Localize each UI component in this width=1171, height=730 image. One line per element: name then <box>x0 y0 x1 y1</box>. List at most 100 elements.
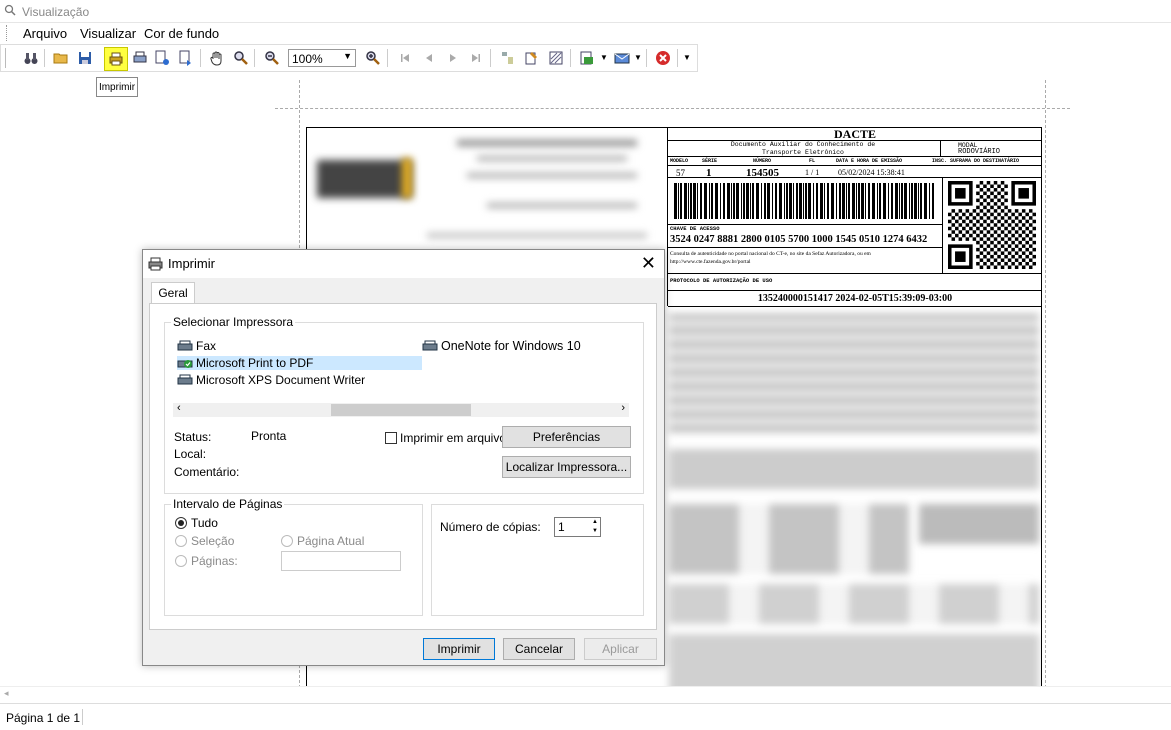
copies-stepper[interactable]: 1 ▲ ▼ <box>554 517 601 537</box>
page-range-label: Intervalo de Páginas <box>171 497 285 511</box>
horizontal-scrollbar[interactable]: ◂ <box>0 686 1171 703</box>
zoom-in-button[interactable] <box>363 48 383 68</box>
find-printer-button[interactable]: Localizar Impressora... <box>502 456 631 478</box>
value-data-emissao: 05/02/2024 15:38:41 <box>838 168 905 177</box>
print-to-file-checkbox[interactable] <box>385 432 397 444</box>
toolbar-separator <box>677 49 678 67</box>
toolbar: 100% ▼ ▼ ▼ ▼ <box>0 44 698 72</box>
header-suframa: INSC. SUFRAMA DO DESTINATÁRIO <box>932 158 1020 164</box>
zoom-tool-button[interactable] <box>231 48 251 68</box>
scroll-left-icon[interactable]: ‹ <box>177 402 181 414</box>
cancel-button[interactable]: Cancelar <box>503 638 575 660</box>
page-range-group: Intervalo de Páginas Tudo Seleção Página… <box>164 497 423 616</box>
protocolo-value: 135240000151417 2024-02-05T15:39:09-03:0… <box>757 293 953 304</box>
zoom-out-icon <box>265 51 279 65</box>
window-title-bar: Visualização <box>0 0 1171 23</box>
printer-list-scrollbar[interactable]: ‹ › <box>173 402 629 417</box>
header-serie: SÉRIE <box>702 158 718 164</box>
watermark-button[interactable] <box>546 48 566 68</box>
next-page-button[interactable] <box>443 48 463 68</box>
status-value: Pronta <box>251 429 287 443</box>
zoom-in-icon <box>366 51 380 65</box>
toolbar-separator <box>254 49 255 67</box>
chevron-down-icon: ▼ <box>343 51 352 61</box>
printer-group: Selecionar Impressora Fax Microsoft Prin… <box>164 315 644 494</box>
document-body-blurred <box>669 314 1039 691</box>
printer-item-onenote[interactable]: OneNote for Windows 10 <box>422 339 581 353</box>
issuer-address-blurred <box>477 156 627 161</box>
toolbar-overflow-chevron-icon[interactable]: ▼ <box>683 53 691 62</box>
print-setup-button[interactable] <box>130 48 150 68</box>
previous-page-button[interactable] <box>419 48 439 68</box>
export-button[interactable] <box>176 48 196 68</box>
outline-button[interactable] <box>498 48 518 68</box>
export-dropdown-button[interactable] <box>577 48 597 68</box>
print-dialog: Imprimir ✕ Geral Selecionar Impressora F… <box>142 249 665 666</box>
magnifier-icon <box>234 51 248 65</box>
find-button[interactable] <box>21 48 41 68</box>
divider <box>668 290 1041 291</box>
email-button[interactable] <box>612 48 632 68</box>
modal-value: RODOVIÁRIO <box>958 148 1001 156</box>
dialog-close-button[interactable]: ✕ <box>641 253 656 274</box>
first-page-button[interactable] <box>395 48 415 68</box>
range-current-radio[interactable] <box>281 535 293 547</box>
stepper-down-icon[interactable]: ▼ <box>592 527 598 535</box>
last-page-button[interactable] <box>466 48 486 68</box>
pan-button[interactable] <box>207 48 227 68</box>
range-pages-radio[interactable] <box>175 555 187 567</box>
chevron-down-icon[interactable]: ▼ <box>600 53 608 62</box>
chevron-down-icon[interactable]: ▼ <box>634 53 642 62</box>
printer-icon <box>109 52 123 66</box>
copies-label: Número de cópias: <box>440 520 541 534</box>
printer-item-xps[interactable]: Microsoft XPS Document Writer <box>177 373 365 387</box>
range-all-radio[interactable] <box>175 517 187 529</box>
printer-label: Microsoft Print to PDF <box>196 356 314 370</box>
menu-grip <box>6 25 9 41</box>
first-page-icon <box>401 54 409 62</box>
edit-button[interactable] <box>522 48 542 68</box>
toolbar-separator <box>490 49 491 67</box>
qr-code <box>948 181 1036 269</box>
divider <box>668 165 1041 166</box>
printer-item-fax[interactable]: Fax <box>177 339 216 353</box>
export-document-icon <box>580 51 593 65</box>
print-confirm-button[interactable]: Imprimir <box>423 638 495 660</box>
issuer-address-blurred <box>487 203 637 208</box>
pages-input[interactable] <box>281 551 401 571</box>
open-button[interactable] <box>51 48 71 68</box>
menu-cor-de-fundo[interactable]: Cor de fundo <box>144 26 219 41</box>
hatched-page-icon <box>549 51 563 65</box>
save-button[interactable] <box>75 48 95 68</box>
print-to-file-label: Imprimir em arquivo <box>400 431 507 445</box>
printer-item-pdf[interactable]: Microsoft Print to PDF <box>177 356 422 370</box>
page-setup-button[interactable] <box>152 48 172 68</box>
default-printer-check-icon <box>177 360 193 368</box>
zoom-out-button[interactable] <box>262 48 282 68</box>
printer-label: Microsoft XPS Document Writer <box>196 373 366 387</box>
menu-arquivo[interactable]: Arquivo <box>23 26 67 41</box>
stepper-up-icon[interactable]: ▲ <box>592 518 598 526</box>
printer-label: OneNote for Windows 10 <box>441 339 581 353</box>
printer-small-icon <box>133 51 147 63</box>
scroll-thumb[interactable] <box>331 404 471 416</box>
fax-printer-icon <box>177 340 193 351</box>
preferences-button[interactable]: Preferências <box>502 426 631 448</box>
close-preview-button[interactable] <box>653 48 673 68</box>
printer-label: Fax <box>196 339 217 353</box>
logo-accent <box>402 158 412 198</box>
menu-visualizar[interactable]: Visualizar <box>80 26 136 41</box>
company-logo <box>317 160 412 198</box>
barcode <box>674 183 934 219</box>
comment-label: Comentário: <box>174 465 240 479</box>
range-selection-radio[interactable] <box>175 535 187 547</box>
last-page-icon <box>472 54 480 62</box>
apply-button[interactable]: Aplicar <box>584 638 657 660</box>
scroll-right-icon[interactable]: › <box>621 402 625 414</box>
range-current-label: Página Atual <box>297 534 365 548</box>
zoom-select[interactable]: 100% ▼ <box>288 49 356 67</box>
tab-geral[interactable]: Geral <box>151 282 195 304</box>
local-label: Local: <box>174 447 207 461</box>
scroll-left-icon[interactable]: ◂ <box>4 688 9 699</box>
print-button[interactable] <box>104 47 128 71</box>
